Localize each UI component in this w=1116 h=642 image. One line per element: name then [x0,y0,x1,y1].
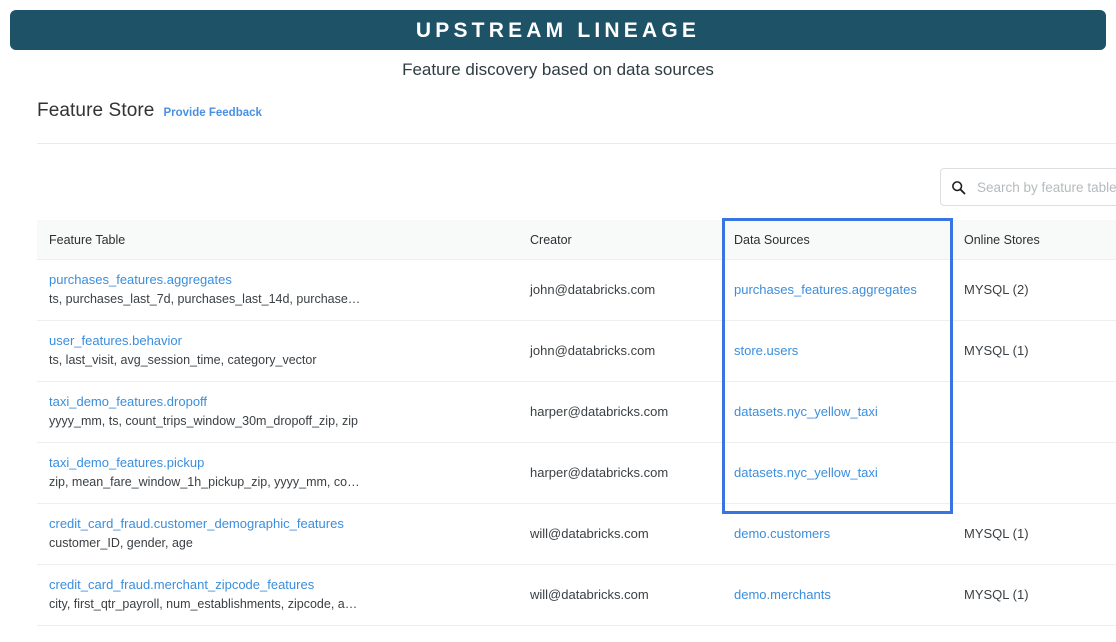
cell-creator: will@databricks.com [518,586,722,604]
cell-online-stores: MYSQL (2) [952,281,1116,299]
data-source-link[interactable]: demo.merchants [734,587,831,602]
creator-text: harper@databricks.com [530,465,668,480]
page-subtitle: Feature discovery based on data sources [0,60,1116,80]
feature-table-link[interactable]: credit_card_fraud.customer_demographic_f… [49,515,506,534]
data-source-link[interactable]: store.users [734,343,798,358]
feature-store-header: Feature Store Provide Feedback [37,100,262,122]
creator-text: will@databricks.com [530,526,649,541]
data-source-link[interactable]: purchases_features.aggregates [734,282,917,297]
column-header-data-sources[interactable]: Data Sources [722,233,952,247]
data-source-link[interactable]: datasets.nyc_yellow_taxi [734,465,878,480]
column-header-feature-table[interactable]: Feature Table [37,233,518,247]
cell-online-stores: MYSQL (1) [952,525,1116,543]
cell-online-stores: MYSQL (1) [952,342,1116,360]
table-row: credit_card_fraud.merchant_zipcode_featu… [37,565,1116,626]
feature-table-link[interactable]: credit_card_fraud.merchant_zipcode_featu… [49,576,506,595]
creator-text: john@databricks.com [530,343,655,358]
cell-data-sources: datasets.nyc_yellow_taxi [722,403,952,421]
table-row: taxi_demo_features.pickup zip, mean_fare… [37,443,1116,504]
search-box[interactable] [940,168,1116,206]
provide-feedback-link[interactable]: Provide Feedback [163,107,261,119]
data-source-link[interactable]: demo.customers [734,526,830,541]
upstream-lineage-banner: UPSTREAM LINEAGE [10,10,1106,50]
cell-data-sources: datasets.nyc_yellow_taxi [722,464,952,482]
feature-columns-text: customer_ID, gender, age [49,534,506,553]
table-row: credit_card_fraud.customer_demographic_f… [37,504,1116,565]
page-title: Feature Store [37,100,154,122]
feature-table-link[interactable]: purchases_features.aggregates [49,271,506,290]
cell-feature-table: taxi_demo_features.pickup zip, mean_fare… [37,454,518,492]
online-store-text: MYSQL (1) [964,587,1029,602]
page-root: UPSTREAM LINEAGE Feature discovery based… [0,0,1116,642]
cell-data-sources: store.users [722,342,952,360]
feature-columns-text: ts, purchases_last_7d, purchases_last_14… [49,290,506,309]
table-row: purchases_features.aggregates ts, purcha… [37,260,1116,321]
table-row: taxi_demo_features.dropoff yyyy_mm, ts, … [37,382,1116,443]
online-store-text: MYSQL (2) [964,282,1029,297]
cell-creator: harper@databricks.com [518,464,722,482]
cell-data-sources: demo.customers [722,525,952,543]
search-input[interactable] [977,180,1116,195]
feature-tables-table: Feature Table Creator Data Sources Onlin… [37,220,1116,626]
feature-table-link[interactable]: taxi_demo_features.pickup [49,454,506,473]
table-header-row: Feature Table Creator Data Sources Onlin… [37,220,1116,260]
column-header-creator[interactable]: Creator [518,233,722,247]
feature-table-link[interactable]: user_features.behavior [49,332,506,351]
banner-title: UPSTREAM LINEAGE [416,20,700,41]
cell-creator: john@databricks.com [518,342,722,360]
search-icon [951,180,966,195]
cell-online-stores: MYSQL (1) [952,586,1116,604]
feature-columns-text: zip, mean_fare_window_1h_pickup_zip, yyy… [49,473,506,492]
creator-text: john@databricks.com [530,282,655,297]
creator-text: will@databricks.com [530,587,649,602]
feature-table-link[interactable]: taxi_demo_features.dropoff [49,393,506,412]
data-source-link[interactable]: datasets.nyc_yellow_taxi [734,404,878,419]
cell-creator: john@databricks.com [518,281,722,299]
cell-feature-table: user_features.behavior ts, last_visit, a… [37,332,518,370]
cell-data-sources: demo.merchants [722,586,952,604]
online-store-text: MYSQL (1) [964,526,1029,541]
cell-creator: harper@databricks.com [518,403,722,421]
header-divider [37,143,1116,144]
online-store-text: MYSQL (1) [964,343,1029,358]
cell-feature-table: purchases_features.aggregates ts, purcha… [37,271,518,309]
cell-feature-table: taxi_demo_features.dropoff yyyy_mm, ts, … [37,393,518,431]
feature-columns-text: yyyy_mm, ts, count_trips_window_30m_drop… [49,412,506,431]
cell-data-sources: purchases_features.aggregates [722,281,952,299]
feature-columns-text: ts, last_visit, avg_session_time, catego… [49,351,506,370]
cell-creator: will@databricks.com [518,525,722,543]
creator-text: harper@databricks.com [530,404,668,419]
cell-feature-table: credit_card_fraud.merchant_zipcode_featu… [37,576,518,614]
cell-feature-table: credit_card_fraud.customer_demographic_f… [37,515,518,553]
feature-columns-text: city, first_qtr_payroll, num_establishme… [49,595,506,614]
column-header-online-stores[interactable]: Online Stores [952,233,1116,247]
table-row: user_features.behavior ts, last_visit, a… [37,321,1116,382]
